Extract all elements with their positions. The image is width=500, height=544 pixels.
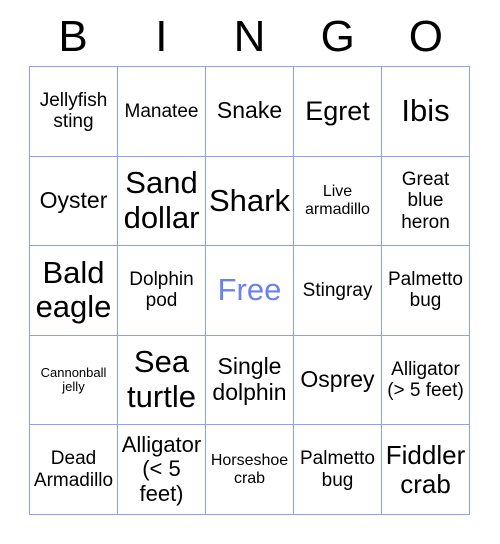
bingo-header-letter-o: O bbox=[408, 12, 444, 61]
bingo-cell-r1c2[interactable]: Manatee bbox=[118, 67, 206, 157]
bingo-cell-r4c3[interactable]: Single dolphin bbox=[206, 335, 294, 426]
bingo-cell-r4c5[interactable]: Alligator (> 5 feet) bbox=[382, 335, 470, 426]
bingo-cell-r2c2[interactable]: Sand dollar bbox=[118, 156, 206, 247]
bingo-cell-r2c1[interactable]: Oyster bbox=[30, 156, 118, 247]
bingo-card: B I N G O Jellyfish sting Manatee Snake … bbox=[0, 0, 500, 544]
bingo-cell-r5c5[interactable]: Fiddler crab bbox=[382, 425, 470, 515]
bingo-cell-label: Ibis bbox=[401, 92, 450, 128]
bingo-cell-label: Horseshoe crab bbox=[210, 451, 289, 487]
bingo-cell-label: Jellyfish sting bbox=[39, 90, 108, 133]
bingo-header-letter-g: G bbox=[320, 12, 355, 61]
bingo-cell-label: Cannonball jelly bbox=[40, 364, 107, 395]
bingo-cell-label: Alligator (< 5 feet) bbox=[121, 431, 202, 506]
bingo-cell-r2c5[interactable]: Great blue heron bbox=[382, 156, 470, 247]
bingo-header-letter-n: N bbox=[233, 12, 266, 61]
bingo-header-row: B I N G O bbox=[29, 8, 470, 66]
bingo-cell-label: Alligator (> 5 feet) bbox=[387, 358, 464, 402]
bingo-cell-label: Dead Armadillo bbox=[33, 448, 114, 491]
bingo-cell-label: Snake bbox=[216, 97, 283, 124]
bingo-cell-r5c2[interactable]: Alligator (< 5 feet) bbox=[118, 425, 206, 515]
bingo-cell-r3c1[interactable]: Bald eagle bbox=[30, 246, 118, 336]
bingo-cell-r2c3[interactable]: Shark bbox=[206, 156, 294, 247]
bingo-cell-label: Palmetto bug bbox=[388, 269, 463, 312]
bingo-cell-free-space[interactable]: Free bbox=[206, 246, 294, 336]
bingo-cell-r3c2[interactable]: Dolphin pod bbox=[118, 246, 206, 336]
bingo-cell-label: Osprey bbox=[300, 366, 375, 393]
bingo-cell-label: Live armadillo bbox=[305, 182, 370, 218]
bingo-cell-label: Dolphin pod bbox=[129, 269, 194, 312]
bingo-cell-label: Great blue heron bbox=[401, 168, 450, 233]
bingo-cell-label: Egret bbox=[305, 96, 370, 127]
bingo-cell-label: Sand dollar bbox=[123, 165, 200, 235]
bingo-cell-label: Palmetto bug bbox=[300, 448, 375, 491]
bingo-header-letter-b: B bbox=[58, 12, 88, 61]
bingo-cell-label: Manatee bbox=[124, 100, 199, 122]
bingo-cell-r1c4[interactable]: Egret bbox=[294, 67, 382, 157]
bingo-cell-label: Bald eagle bbox=[35, 254, 112, 325]
bingo-cell-label: Stingray bbox=[302, 279, 373, 301]
bingo-cell-r5c3[interactable]: Horseshoe crab bbox=[206, 425, 294, 515]
bingo-header-letter-i: I bbox=[155, 12, 168, 61]
bingo-cell-r4c2[interactable]: Sea turtle bbox=[118, 335, 206, 426]
bingo-cell-r3c5[interactable]: Palmetto bug bbox=[382, 246, 470, 336]
bingo-cell-label: Shark bbox=[209, 182, 290, 218]
bingo-cell-r4c4[interactable]: Osprey bbox=[294, 335, 382, 426]
bingo-cell-label: Fiddler crab bbox=[385, 439, 466, 499]
bingo-cell-r1c3[interactable]: Snake bbox=[206, 67, 294, 157]
bingo-cell-r5c4[interactable]: Palmetto bug bbox=[294, 425, 382, 515]
bingo-grid: Jellyfish sting Manatee Snake Egret Ibis… bbox=[29, 66, 470, 515]
bingo-cell-label: Single dolphin bbox=[212, 353, 287, 406]
bingo-cell-r1c5[interactable]: Ibis bbox=[382, 67, 470, 157]
bingo-cell-label: Sea turtle bbox=[127, 344, 196, 415]
bingo-cell-r4c1[interactable]: Cannonball jelly bbox=[30, 335, 118, 426]
bingo-free-label: Free bbox=[217, 272, 282, 308]
bingo-cell-r1c1[interactable]: Jellyfish sting bbox=[30, 67, 118, 157]
bingo-cell-r5c1[interactable]: Dead Armadillo bbox=[30, 425, 118, 515]
bingo-cell-r3c4[interactable]: Stingray bbox=[294, 246, 382, 336]
bingo-cell-r2c4[interactable]: Live armadillo bbox=[294, 156, 382, 247]
bingo-cell-label: Oyster bbox=[39, 187, 108, 214]
